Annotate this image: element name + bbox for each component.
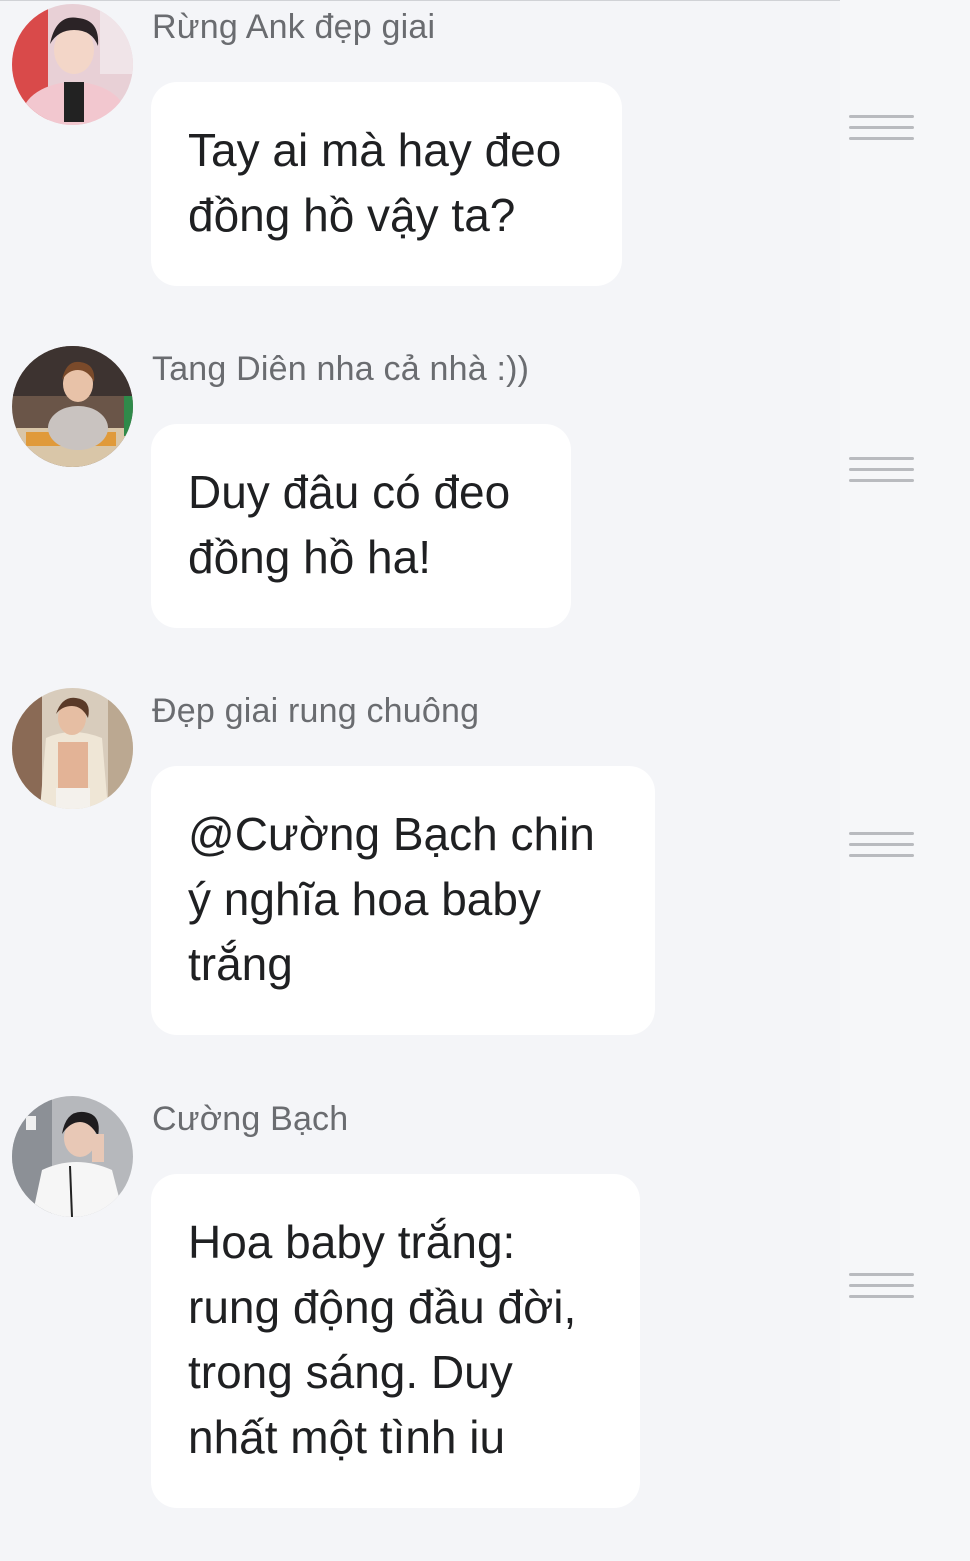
hamburger-menu-icon[interactable] — [849, 115, 914, 149]
avatar[interactable] — [12, 346, 133, 467]
hamburger-menu-icon[interactable] — [849, 832, 914, 866]
message-item: Tang Diên nha cả nhà :)) Duy đâu có đeo … — [0, 342, 914, 632]
message-bubble[interactable]: Tay ai mà hay đeo đồng hồ vậy ta? — [151, 82, 622, 286]
author-name[interactable]: Tang Diên nha cả nhà :)) — [152, 350, 529, 389]
author-name[interactable]: Cường Bạch — [152, 1100, 348, 1139]
message-item: Cường Bạch Hoa baby trắng: rung động đầu… — [0, 1092, 914, 1512]
author-name[interactable]: Đẹp giai rung chuông — [152, 692, 479, 731]
author-name[interactable]: Rừng Ank đẹp giai — [152, 8, 435, 47]
message-bubble[interactable]: Hoa baby trắng: rung động đầu đời, trong… — [151, 1174, 640, 1508]
avatar[interactable] — [12, 4, 133, 125]
message-bubble[interactable]: Duy đâu có đeo đồng hồ ha! — [151, 424, 571, 628]
message-item: Rừng Ank đẹp giai Tay ai mà hay đeo đồng… — [0, 0, 914, 290]
hamburger-menu-icon[interactable] — [849, 1273, 914, 1307]
message-text: Tay ai mà hay đeo đồng hồ vậy ta? — [188, 124, 562, 241]
avatar[interactable] — [12, 688, 133, 809]
message-bubble[interactable]: @Cường Bạch chin ý nghĩa hoa baby trắng — [151, 766, 655, 1035]
hamburger-menu-icon[interactable] — [849, 457, 914, 491]
avatar[interactable] — [12, 1096, 133, 1217]
message-text: Hoa baby trắng: rung động đầu đời, trong… — [188, 1216, 577, 1463]
message-text: Duy đâu có đeo đồng hồ ha! — [188, 466, 511, 583]
options-column — [840, 0, 970, 1561]
message-text: @Cường Bạch chin ý nghĩa hoa baby trắng — [188, 808, 595, 990]
message-item: Đẹp giai rung chuông @Cường Bạch chin ý … — [0, 684, 914, 1044]
